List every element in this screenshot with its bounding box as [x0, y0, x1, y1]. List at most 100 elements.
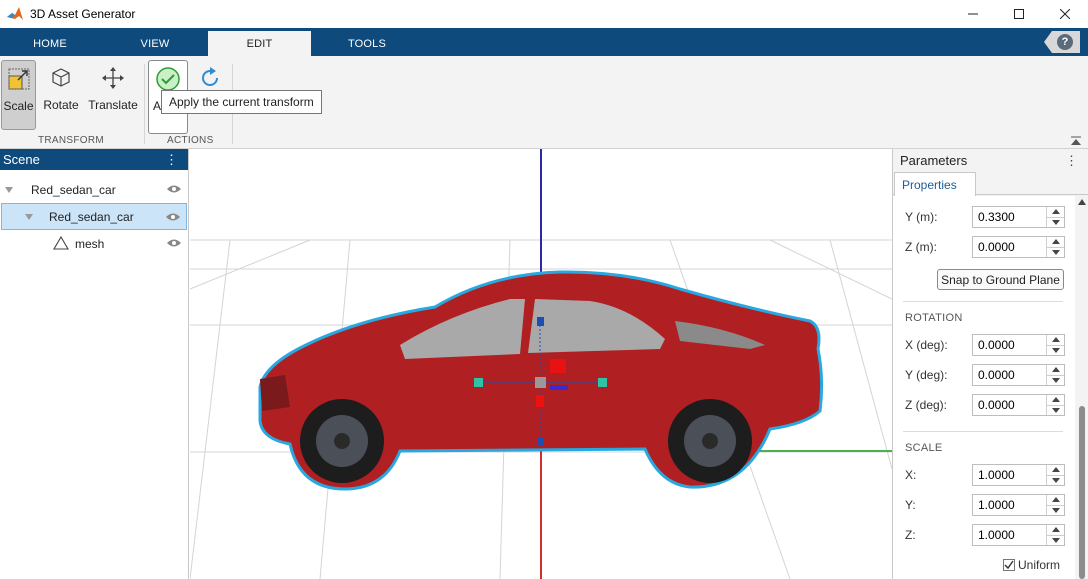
scale-y-label: Y:	[905, 498, 916, 512]
scale-y-value[interactable]: 1.0000	[973, 498, 1046, 512]
tab-view[interactable]: VIEW	[104, 31, 206, 56]
tree-item-label: mesh	[75, 236, 105, 251]
gizmo-handle-left[interactable]	[474, 378, 483, 387]
scale-x-value[interactable]: 1.0000	[973, 468, 1046, 482]
translation-y-input[interactable]: 0.3300	[972, 206, 1065, 228]
rotation-x-label: X (deg):	[905, 338, 948, 352]
translation-z-value[interactable]: 0.0000	[973, 240, 1046, 254]
translate-button[interactable]: Translate	[86, 60, 140, 130]
spin-up-icon[interactable]	[1047, 395, 1064, 405]
spin-down-icon[interactable]	[1047, 374, 1064, 386]
rotation-z-row: Z (deg): 0.0000	[905, 394, 1065, 416]
rotation-y-value[interactable]: 0.0000	[973, 368, 1046, 382]
spin-down-icon[interactable]	[1047, 344, 1064, 356]
scale-y-input[interactable]: 1.0000	[972, 494, 1065, 516]
tab-home[interactable]: HOME	[0, 31, 100, 56]
eye-icon[interactable]	[166, 238, 182, 248]
rotate-label: Rotate	[43, 98, 79, 112]
tab-edit[interactable]: EDIT	[208, 31, 311, 56]
minimize-button[interactable]	[950, 0, 996, 28]
scroll-up-icon[interactable]	[1078, 199, 1086, 205]
scale-z-input[interactable]: 1.0000	[972, 524, 1065, 546]
gizmo-z-handle[interactable]	[550, 385, 568, 390]
rotation-y-row: Y (deg): 0.0000	[905, 364, 1065, 386]
translate-label: Translate	[88, 98, 138, 112]
rotation-z-input[interactable]: 0.0000	[972, 394, 1065, 416]
scale-label: Scale	[3, 99, 34, 113]
spin-up-icon[interactable]	[1047, 525, 1064, 535]
eye-icon[interactable]	[166, 184, 182, 194]
translation-z-input[interactable]: 0.0000	[972, 236, 1065, 258]
transform-group-label: TRANSFORM	[38, 135, 105, 146]
rotation-x-value[interactable]: 0.0000	[973, 338, 1046, 352]
group-separator	[144, 64, 145, 144]
tree-item-label: Red_sedan_car	[49, 209, 134, 224]
actions-group-label: ACTIONS	[167, 135, 214, 146]
expand-arrow-icon[interactable]	[25, 214, 33, 220]
rotation-x-input[interactable]: 0.0000	[972, 334, 1065, 356]
rotate-button[interactable]: Rotate	[40, 60, 82, 130]
translation-z-row: Z (m): 0.0000	[905, 236, 1065, 258]
tab-properties[interactable]: Properties	[894, 172, 976, 196]
snap-to-ground-button[interactable]: Snap to Ground Plane	[937, 269, 1064, 290]
maximize-icon	[1014, 9, 1024, 19]
close-button[interactable]	[1042, 0, 1088, 28]
scene-canvas[interactable]	[190, 149, 892, 579]
spin-up-icon[interactable]	[1047, 237, 1064, 247]
help-button[interactable]: ?	[1044, 31, 1080, 53]
title-bar: 3D Asset Generator	[0, 0, 1088, 28]
gizmo-handle-top[interactable]	[537, 317, 544, 326]
apply-check-icon	[156, 67, 180, 91]
help-icon: ?	[1057, 34, 1073, 50]
spin-up-icon[interactable]	[1047, 207, 1064, 217]
scrollbar-thumb[interactable]	[1079, 406, 1085, 579]
spin-down-icon[interactable]	[1047, 404, 1064, 416]
gizmo-x-plane[interactable]	[550, 359, 566, 373]
scale-x-input[interactable]: 1.0000	[972, 464, 1065, 486]
properties-body: Y (m): 0.3300 Z (m): 0.0000 Snap to Grou…	[893, 196, 1075, 579]
rotation-y-label: Y (deg):	[905, 368, 948, 382]
uniform-checkbox[interactable]: Uniform	[1003, 558, 1060, 572]
spin-up-icon[interactable]	[1047, 465, 1064, 475]
parameters-menu-icon[interactable]: ⋮	[1065, 153, 1078, 169]
spin-down-icon[interactable]	[1047, 534, 1064, 546]
mesh-triangle-icon	[53, 236, 69, 250]
properties-scrollbar[interactable]	[1075, 196, 1088, 579]
rotation-z-value[interactable]: 0.0000	[973, 398, 1046, 412]
spin-down-icon[interactable]	[1047, 474, 1064, 486]
checkbox-checked-icon[interactable]	[1003, 559, 1015, 571]
scale-button[interactable]: Scale	[1, 60, 36, 130]
gizmo-center[interactable]	[535, 377, 546, 388]
tree-item[interactable]: mesh	[0, 230, 188, 257]
spin-up-icon[interactable]	[1047, 365, 1064, 375]
scene-menu-icon[interactable]: ⋮	[165, 152, 178, 168]
collapse-ribbon-icon[interactable]	[1070, 136, 1082, 146]
scene-header: Scene ⋮	[0, 149, 188, 170]
spin-up-icon[interactable]	[1047, 335, 1064, 345]
scale-section-header: SCALE	[905, 442, 943, 454]
tooltip: Apply the current transform	[161, 90, 322, 114]
expand-arrow-icon[interactable]	[5, 187, 13, 193]
rotation-y-input[interactable]: 0.0000	[972, 364, 1065, 386]
tree-item[interactable]: Red_sedan_car	[0, 176, 188, 203]
scale-x-label: X:	[905, 468, 917, 482]
scale-z-value[interactable]: 1.0000	[973, 528, 1046, 542]
matlab-logo-icon	[7, 7, 23, 20]
section-divider	[903, 301, 1063, 302]
section-divider	[903, 431, 1063, 432]
parameters-title: Parameters	[900, 153, 968, 168]
spin-up-icon[interactable]	[1047, 495, 1064, 505]
spin-down-icon[interactable]	[1047, 504, 1064, 516]
translation-y-value[interactable]: 0.3300	[973, 210, 1046, 224]
tab-tools[interactable]: TOOLS	[315, 31, 419, 56]
gizmo-x-handle[interactable]	[536, 395, 544, 407]
spin-down-icon[interactable]	[1047, 216, 1064, 228]
rotation-z-label: Z (deg):	[905, 398, 948, 412]
eye-icon[interactable]	[165, 212, 181, 222]
maximize-button[interactable]	[996, 0, 1042, 28]
gizmo-handle-right[interactable]	[598, 378, 607, 387]
3d-viewport[interactable]	[190, 149, 892, 579]
tree-item-selected[interactable]: Red_sedan_car	[1, 203, 187, 230]
spin-down-icon[interactable]	[1047, 246, 1064, 258]
gizmo-handle-bottom[interactable]	[537, 437, 544, 446]
